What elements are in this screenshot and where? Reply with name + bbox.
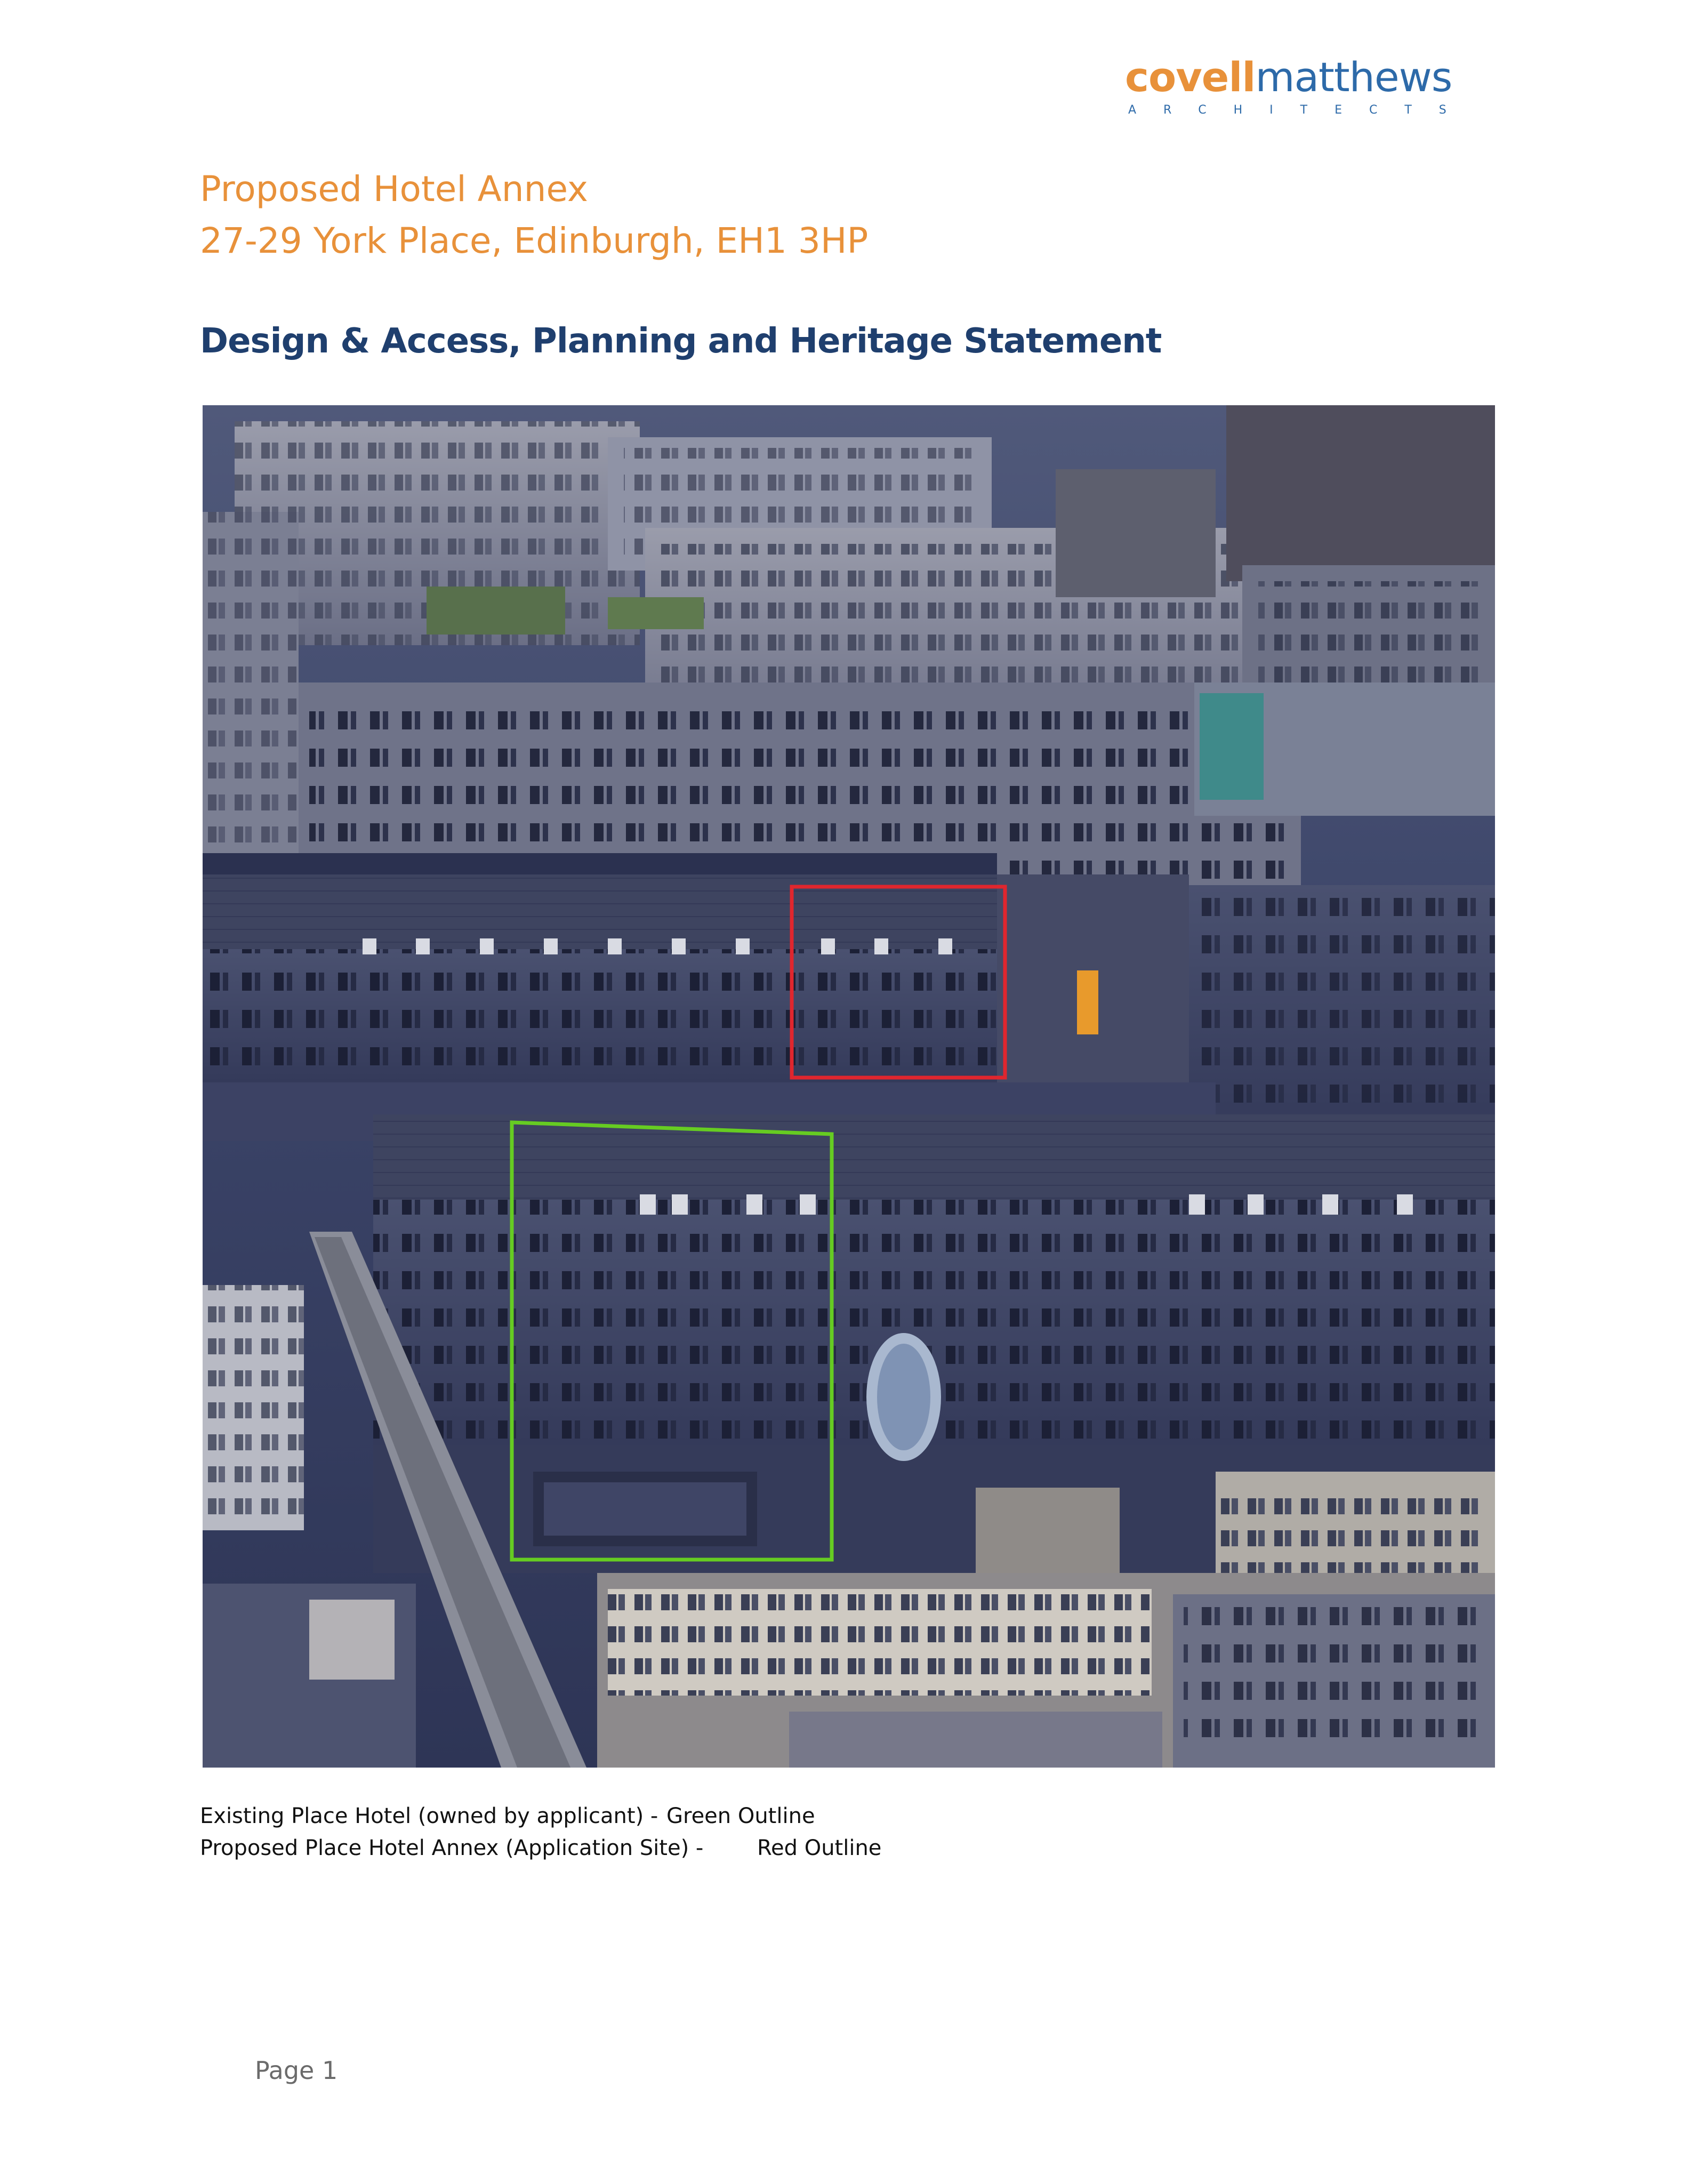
document-heading: Design & Access, Planning and Heritage S… [200, 322, 1162, 361]
caption-proposed-label: Proposed Place Hotel Annex (Application … [200, 1836, 704, 1860]
logo-matthews: matthews [1255, 53, 1452, 101]
document-address: 27-29 York Place, Edinburgh, EH1 3HP [200, 220, 869, 261]
company-logo: covellmatthews ARCHITECTS [1125, 53, 1452, 123]
caption-existing-outline: Green Outline [666, 1804, 815, 1828]
caption-existing-label: Existing Place Hotel (owned by applicant… [200, 1804, 658, 1828]
logo-tagline: ARCHITECTS [1128, 103, 1474, 117]
aerial-site-photo [203, 405, 1495, 1768]
page-number: Page 1 [255, 2056, 338, 2085]
document-title: Proposed Hotel Annex [200, 168, 588, 210]
caption-proposed-outline: Red Outline [757, 1836, 882, 1860]
logo-wordmark: covellmatthews [1125, 53, 1452, 101]
logo-covell: covell [1125, 53, 1256, 101]
